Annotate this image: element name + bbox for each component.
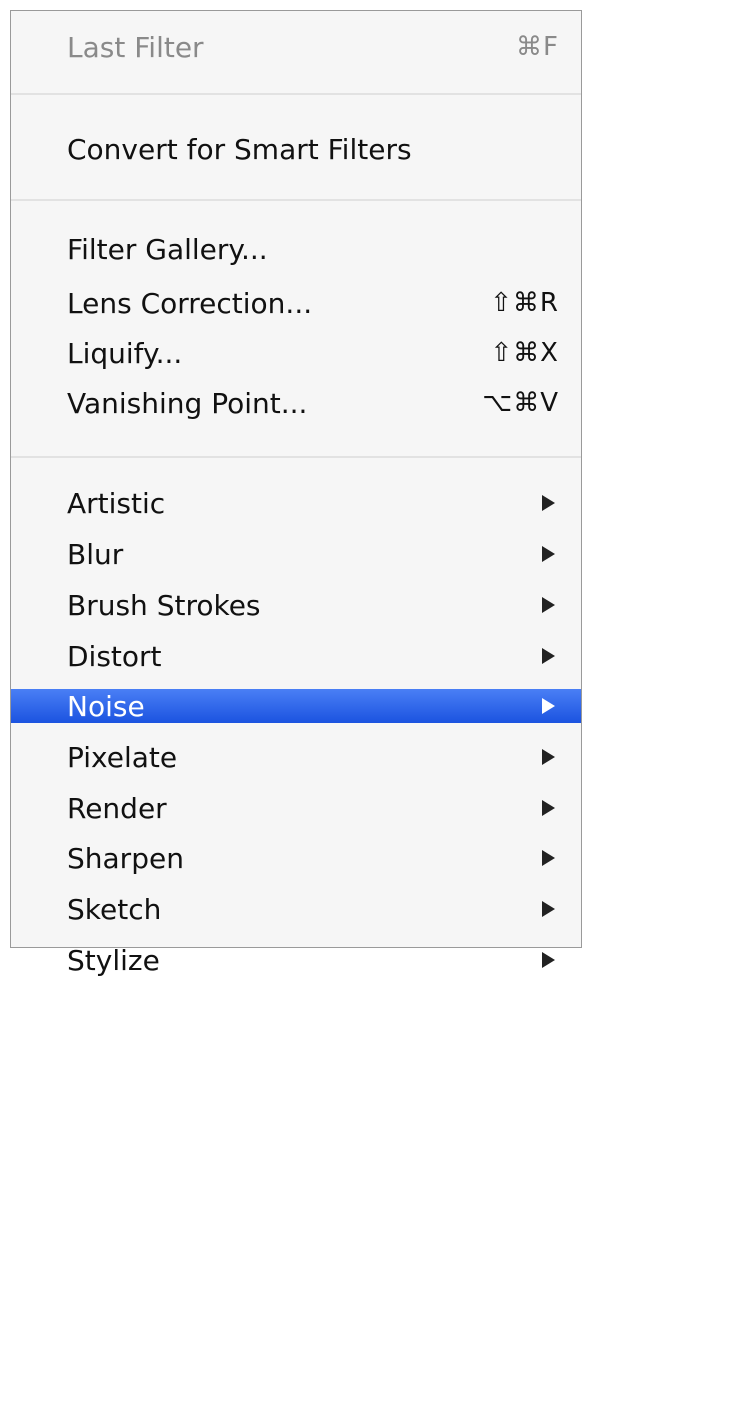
menu-item-liquify[interactable]: Liquify... ⇧⌘X bbox=[11, 336, 581, 370]
menu-item-label: Noise bbox=[67, 689, 145, 723]
menu-item-label: Artistic bbox=[67, 486, 166, 520]
shortcut-label: ⇧⌘R bbox=[490, 288, 559, 318]
menu-item-sharpen[interactable]: Sharpen bbox=[11, 841, 581, 875]
menu-item-artistic[interactable]: Artistic bbox=[11, 486, 581, 520]
menu-item-render[interactable]: Render bbox=[11, 791, 581, 825]
triangle-right-icon bbox=[542, 597, 555, 613]
menu-separator bbox=[11, 93, 581, 95]
menu-item-stylize[interactable]: Stylize bbox=[11, 943, 581, 977]
triangle-right-icon bbox=[542, 749, 555, 765]
menu-item-label: Stylize bbox=[67, 943, 160, 977]
menu-item-label: Distort bbox=[67, 639, 162, 673]
menu-item-label: Sharpen bbox=[67, 841, 184, 875]
menu-item-pixelate[interactable]: Pixelate bbox=[11, 740, 581, 774]
menu-item-vanishing-point[interactable]: Vanishing Point... ⌥⌘V bbox=[11, 386, 581, 420]
shortcut-label: ⌥⌘V bbox=[482, 388, 559, 418]
menu-separator bbox=[11, 456, 581, 458]
menu-item-lens-correction[interactable]: Lens Correction... ⇧⌘R bbox=[11, 286, 581, 320]
triangle-right-icon bbox=[542, 850, 555, 866]
menu-item-label: Convert for Smart Filters bbox=[67, 132, 412, 166]
menu-item-label: Last Filter bbox=[67, 30, 204, 64]
triangle-right-icon bbox=[542, 800, 555, 816]
menu-item-brush-strokes[interactable]: Brush Strokes bbox=[11, 588, 581, 622]
menu-item-label: Brush Strokes bbox=[67, 588, 261, 622]
filter-menu: Last Filter ⌘F Convert for Smart Filters… bbox=[10, 10, 582, 977]
menu-item-blur[interactable]: Blur bbox=[11, 537, 581, 571]
menu-item-sketch[interactable]: Sketch bbox=[11, 892, 581, 926]
triangle-right-icon bbox=[542, 901, 555, 917]
menu-item-label: Render bbox=[67, 791, 167, 825]
triangle-right-icon bbox=[542, 648, 555, 664]
triangle-right-icon bbox=[542, 952, 555, 968]
menu-item-label: Pixelate bbox=[67, 740, 178, 774]
shortcut-label: ⇧⌘X bbox=[490, 338, 559, 368]
menu-item-label: Blur bbox=[67, 537, 124, 571]
menu-item-last-filter: Last Filter ⌘F bbox=[11, 30, 581, 64]
triangle-right-icon bbox=[542, 698, 555, 714]
menu-item-label: Filter Gallery... bbox=[67, 232, 268, 266]
shortcut-label: ⌘F bbox=[516, 32, 559, 62]
menu-item-filter-gallery[interactable]: Filter Gallery... bbox=[11, 232, 581, 266]
menu-item-distort[interactable]: Distort bbox=[11, 639, 581, 673]
menu-item-noise[interactable]: Noise bbox=[11, 689, 581, 723]
menu-item-label: Sketch bbox=[67, 892, 162, 926]
menu-item-convert-smart-filters[interactable]: Convert for Smart Filters bbox=[11, 132, 581, 166]
triangle-right-icon bbox=[542, 546, 555, 562]
menu-separator bbox=[11, 199, 581, 201]
triangle-right-icon bbox=[542, 495, 555, 511]
